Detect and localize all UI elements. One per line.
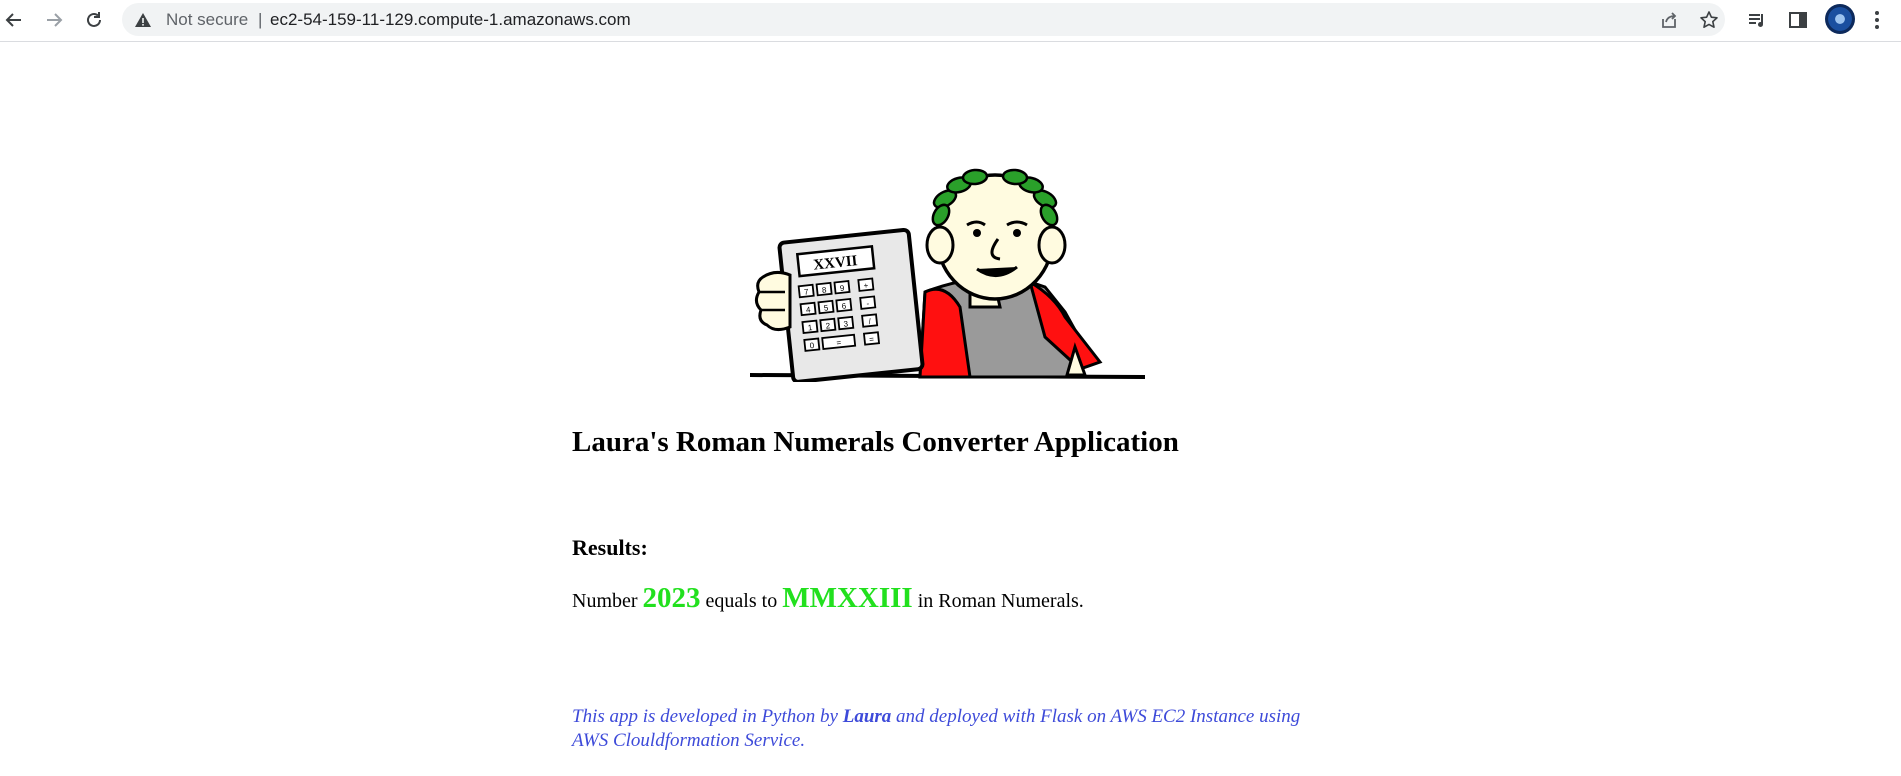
- side-panel-icon: [1789, 12, 1807, 28]
- side-panel-button[interactable]: [1784, 6, 1812, 34]
- bookmark-button[interactable]: [1698, 9, 1720, 31]
- footer-part1: This app is developed in Python by: [572, 706, 838, 727]
- result-roman: MMXXIII: [782, 582, 913, 614]
- share-icon: [1662, 12, 1677, 28]
- profile-avatar[interactable]: [1825, 4, 1855, 34]
- back-icon: [5, 13, 21, 27]
- result-suffix: in Roman Numerals.: [917, 590, 1084, 612]
- result-middle: equals to: [705, 590, 778, 612]
- footer-author: Laura: [842, 706, 892, 727]
- star-icon: [1700, 11, 1718, 28]
- menu-button[interactable]: [1863, 6, 1891, 34]
- warning-icon[interactable]: [134, 11, 152, 29]
- address-bar[interactable]: Not secure | ec2-54-159-11-129.compute-1…: [122, 3, 1725, 36]
- result-prefix: Number: [572, 590, 638, 612]
- media-control-icon: [1749, 14, 1763, 27]
- browser-toolbar: Not secure | ec2-54-159-11-129.compute-1…: [0, 0, 1901, 42]
- back-button[interactable]: [0, 3, 31, 37]
- forward-icon: [47, 13, 63, 27]
- url-separator: |: [258, 10, 263, 29]
- result-number: 2023: [642, 582, 701, 614]
- footer-credits: This app is developed in Python by Laura…: [572, 705, 1332, 753]
- page-content: XXVII 7 8 9 +4 5 6-1 2 3/0 = = Laura's Roman Nume…: [0, 42, 1901, 776]
- forward-button[interactable]: [37, 3, 71, 37]
- share-button[interactable]: [1658, 9, 1680, 31]
- url-text[interactable]: ec2-54-159-11-129.compute-1.amazonaws.co…: [270, 3, 631, 36]
- page-title: Laura's Roman Numerals Converter Applica…: [572, 426, 1179, 458]
- security-status[interactable]: Not secure: [166, 3, 248, 36]
- roman-calculator-illustration: XXVII 7 8 9 +4 5 6 -1 2 3/0 = =: [749, 168, 1146, 382]
- results-label: Results:: [572, 535, 648, 560]
- media-control-button[interactable]: [1743, 6, 1771, 34]
- result-line: Number 2023 equals to MMXXIII in Roman N…: [572, 582, 1084, 615]
- reload-icon: [87, 12, 101, 27]
- reload-button[interactable]: [77, 3, 111, 37]
- menu-icon: [1875, 11, 1879, 29]
